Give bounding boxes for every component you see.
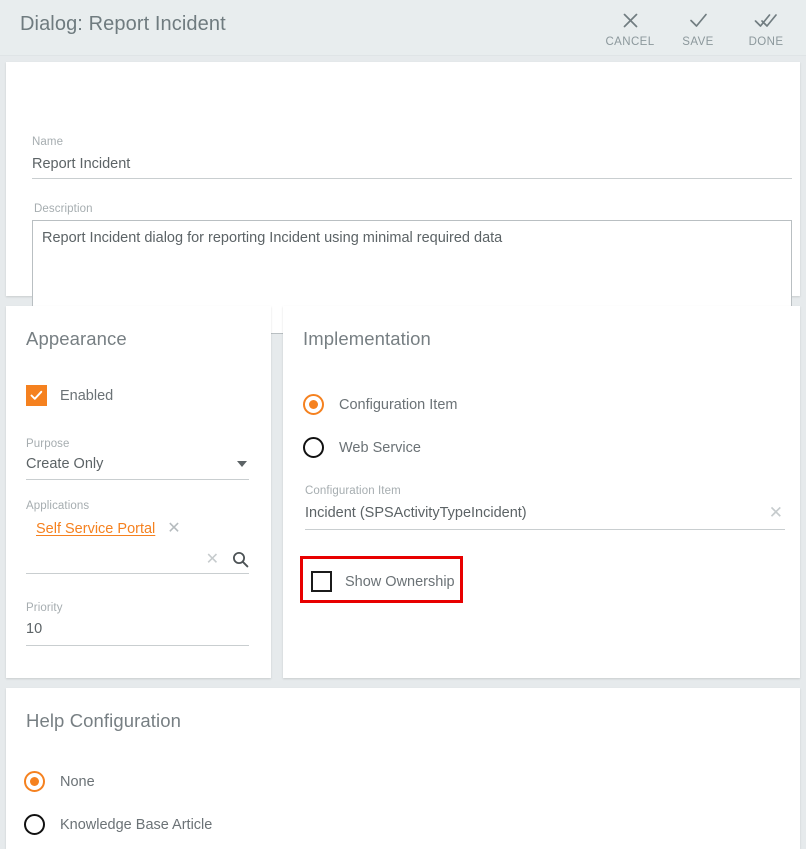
enabled-checkbox[interactable]: Enabled [26,385,113,406]
show-ownership-highlight: Show Ownership [300,556,463,603]
radio-dot [30,777,39,786]
implementation-title: Implementation [303,328,431,349]
save-button[interactable]: SAVE [664,6,732,48]
radio-unselected-icon [24,814,45,835]
radio-unselected-icon [303,437,324,458]
close-icon [621,10,640,30]
cancel-button[interactable]: CANCEL [596,6,664,48]
enabled-label: Enabled [60,387,114,404]
purpose-value: Create Only [26,456,104,472]
name-label: Name [32,136,64,148]
radio-web-service[interactable]: Web Service [303,437,421,458]
checkbox-unchecked-icon [311,571,332,592]
check-icon [688,10,709,30]
help-configuration-title: Help Configuration [26,710,182,731]
chevron-down-icon [237,461,247,467]
radio-help-none-label: None [60,773,95,790]
configuration-item-value: Incident (SPSActivityTypeIncident) [305,504,527,521]
applications-label: Applications [26,500,90,512]
close-icon[interactable]: ✕ [769,504,783,521]
basic-info-card: Name Report Incident Description Report … [6,62,800,334]
configuration-item-label: Configuration Item [305,485,401,497]
radio-help-kb-article-label: Knowledge Base Article [60,816,213,833]
page-title: Dialog: Report Incident [20,13,226,35]
radio-dot [309,400,318,409]
checkbox-checked-icon [26,385,47,406]
radio-web-service-label: Web Service [339,439,421,456]
radio-configuration-item-label: Configuration Item [339,396,458,413]
close-icon[interactable]: ✕ [206,552,219,568]
radio-configuration-item[interactable]: Configuration Item [303,394,457,415]
header-actions: CANCEL SAVE DONE [596,6,800,48]
radio-help-none[interactable]: None [24,771,95,792]
configuration-item-input[interactable]: Incident (SPSActivityTypeIncident) ✕ [305,504,785,530]
done-button[interactable]: DONE [732,6,800,48]
priority-input[interactable]: 10 [26,621,249,646]
appearance-title: Appearance [26,328,127,349]
purpose-select[interactable]: Create Only [26,456,249,480]
application-chip: Self Service Portal ✕ [36,521,181,538]
double-check-icon [754,10,778,30]
application-chip-link[interactable]: Self Service Portal [36,521,155,537]
show-ownership-checkbox[interactable]: Show Ownership [311,571,455,592]
done-label: DONE [748,36,784,48]
page-header: Dialog: Report Incident CANCEL SAVE DONE [0,0,806,56]
description-label: Description [34,203,93,215]
show-ownership-label: Show Ownership [345,573,455,590]
purpose-label: Purpose [26,438,70,450]
priority-label: Priority [26,602,63,614]
save-label: SAVE [682,36,714,48]
close-icon[interactable]: ✕ [167,521,180,537]
name-input[interactable]: Report Incident [32,156,792,179]
dialog-editor-page: Dialog: Report Incident CANCEL SAVE DONE… [0,0,806,849]
radio-selected-icon [24,771,45,792]
radio-selected-icon [303,394,324,415]
search-icon[interactable] [232,551,249,568]
cancel-label: CANCEL [605,36,655,48]
applications-search-input[interactable]: ✕ [26,546,249,574]
radio-help-kb-article[interactable]: Knowledge Base Article [24,814,212,835]
